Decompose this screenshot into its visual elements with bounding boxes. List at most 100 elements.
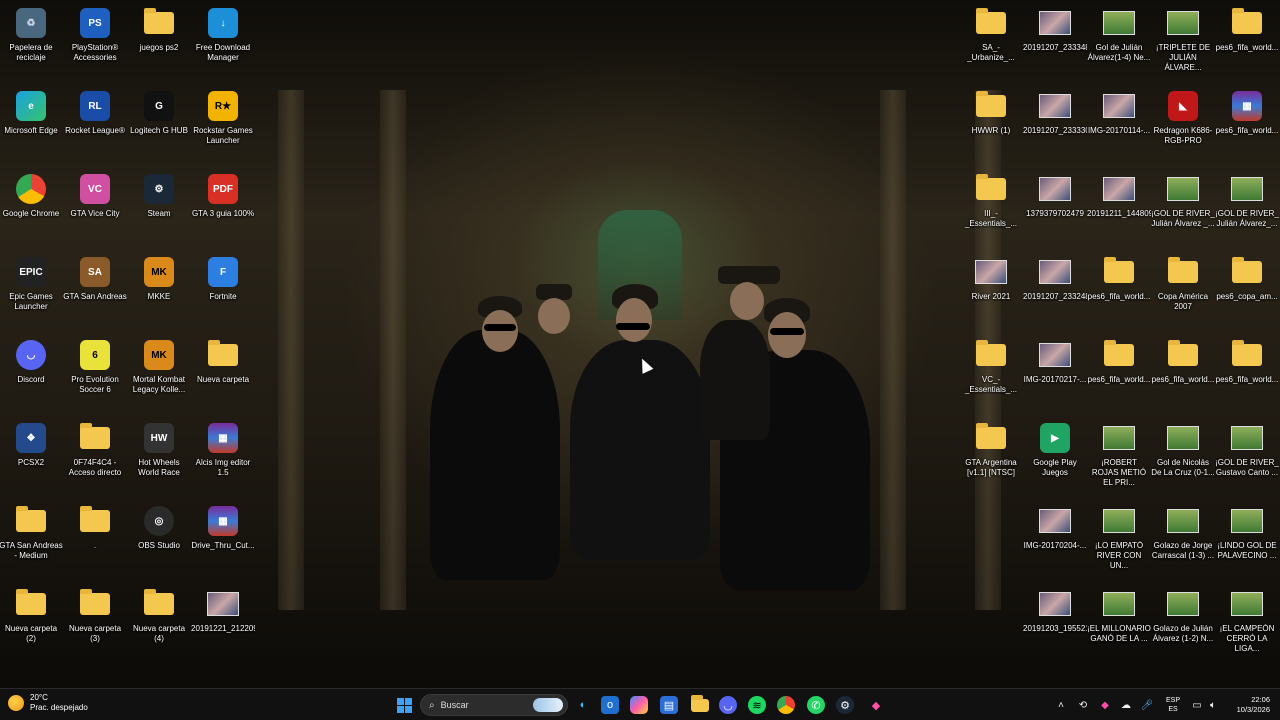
desktop-icon[interactable]: juegos ps2 [127, 2, 191, 80]
desktop-icon[interactable]: Nueva carpeta (3) [63, 583, 127, 661]
app-icon[interactable]: ◆ [865, 694, 887, 716]
desktop-icon[interactable]: ¡TRIPLETE DE JULIÁN ÁLVARE... [1151, 2, 1215, 80]
desktop-icon[interactable]: ¡LINDO GOL DE PALAVECINO ... [1215, 500, 1279, 578]
chrome-icon[interactable] [777, 696, 795, 714]
start-button[interactable] [393, 694, 415, 716]
desktop-icon[interactable]: Golazo de Julián Álvarez (1-2) N... [1151, 583, 1215, 661]
desktop-icon[interactable]: SA_-_Urbanize_... [959, 2, 1023, 80]
desktop-icon[interactable]: e Microsoft Edge [0, 85, 63, 163]
desktop-icon[interactable]: Nueva carpeta (2) [0, 583, 63, 661]
desktop-icon[interactable]: 20191203_195521 [1023, 583, 1087, 661]
desktop-icon[interactable]: pes6_fifa_world... [1215, 334, 1279, 412]
discord-icon[interactable]: ◡ [719, 696, 737, 714]
outlook-icon[interactable]: o [601, 696, 619, 714]
desktop-icon[interactable]: Copa América 2007 [1151, 251, 1215, 329]
google-play-games-icon: ▶ [1038, 421, 1072, 455]
desktop-icon[interactable]: 20191221_212209 [191, 583, 255, 661]
desktop-icon[interactable]: ◣ Redragon K686-RGB-PRO [1151, 85, 1215, 163]
desktop-icon[interactable]: ▦ Alcis Img editor 1.5 [191, 417, 255, 495]
desktop-icon[interactable]: Nueva carpeta (4) [127, 583, 191, 661]
language-indicator[interactable]: ESP ES [1160, 689, 1186, 720]
taskbar-search[interactable]: ⌕ Buscar [420, 694, 568, 716]
clock[interactable]: 22:06 10/3/2026 [1224, 689, 1270, 720]
desktop-icon[interactable]: ◎ OBS Studio [127, 500, 191, 578]
desktop-icon[interactable]: Golazo de Jorge Carrascal (1-3) ... [1151, 500, 1215, 578]
desktop-icon[interactable]: ¡GOL DE RIVER_ Julián Álvarez _... [1151, 168, 1215, 246]
desktop-icon[interactable]: 20191207_233248 [1023, 251, 1087, 329]
desktop-icon[interactable]: F Fortnite [191, 251, 255, 329]
desktop-icon[interactable]: ▶ Google Play Juegos [1023, 417, 1087, 495]
desktop-icon[interactable]: . [63, 500, 127, 578]
desktop-icon[interactable]: ¡GOL DE RIVER_ Gustavo Canto ... [1215, 417, 1279, 495]
desktop-icon[interactable]: MK MKKE [127, 251, 191, 329]
hot-wheels-icon: HW [142, 421, 176, 455]
desktop-icon[interactable]: ¡LO EMPATÓ RIVER CON UN... [1087, 500, 1151, 578]
chevron-up-icon[interactable]: ˄ [1054, 689, 1068, 720]
desktop-icon[interactable]: PDF GTA 3 guia 100% [191, 168, 255, 246]
desktop-icon[interactable]: R★ Rockstar Games Launcher [191, 85, 255, 163]
copilot-icon[interactable] [630, 696, 648, 714]
cloud-icon[interactable]: ☁ [1119, 689, 1133, 720]
desktop-icon[interactable]: 0F74F4C4 - Acceso directo [63, 417, 127, 495]
image-thumb-icon [1102, 89, 1136, 123]
desktop-icon[interactable]: ◡ Discord [0, 334, 63, 412]
desktop-icon-label: 0F74F4C4 - Acceso directo [68, 458, 122, 477]
desktop-icon[interactable]: SA GTA San Andreas [63, 251, 127, 329]
store-icon[interactable]: ▤ [660, 696, 678, 714]
desktop-icon[interactable]: Gol de Julián Álvarez(1-4) Ne... [1087, 2, 1151, 80]
volume-icon[interactable]: 🔈︎ [1206, 689, 1220, 720]
desktop-icon[interactable]: 20191207_233348 [1023, 2, 1087, 80]
desktop-icon[interactable]: 20191211_144809 [1087, 168, 1151, 246]
desktop-icon[interactable]: ❖ PCSX2 [0, 417, 63, 495]
desktop-icon[interactable]: ⚙ Steam [127, 168, 191, 246]
gta-san-andreas-icon: SA [78, 255, 112, 289]
desktop-icon[interactable]: III_-_Essentials_... [959, 168, 1023, 246]
spotify-icon[interactable]: ≋ [748, 696, 766, 714]
desktop-icon[interactable]: IMG-20170204-... [1023, 500, 1087, 578]
desktop-icon[interactable]: ♻ Papelera de reciclaje [0, 2, 63, 80]
desktop-icon[interactable]: Nueva carpeta [191, 334, 255, 412]
file-explorer-icon[interactable] [689, 694, 711, 716]
desktop-icon[interactable]: HWWR (1) [959, 85, 1023, 163]
desktop-icon[interactable]: ▦ Drive_Thru_Cut... [191, 500, 255, 578]
desktop-icon[interactable]: Gol de Nicolás De La Cruz (0-1... [1151, 417, 1215, 495]
desktop-icon[interactable]: IMG-20170217-... [1023, 334, 1087, 412]
whatsapp-icon[interactable]: ✆ [807, 696, 825, 714]
desktop-icon[interactable]: VC GTA Vice City [63, 168, 127, 246]
desktop-icon[interactable]: ▦ pes6_fifa_world... [1215, 85, 1279, 163]
desktop-icon[interactable]: 1379379702479 [1023, 168, 1087, 246]
desktop-icon[interactable]: HW Hot Wheels World Race [127, 417, 191, 495]
desktop-icon[interactable]: 6 Pro Evolution Soccer 6 [63, 334, 127, 412]
folder-icon [14, 587, 48, 621]
desktop-icon[interactable]: PS PlayStation® Accessories [63, 2, 127, 80]
desktop-icon[interactable]: GTA Argentina [v1.1] [NTSC] [959, 417, 1023, 495]
desktop-icon[interactable]: ¡ROBERT ROJAS METIÓ EL PRI... [1087, 417, 1151, 495]
desktop-icon[interactable]: River 2021 [959, 251, 1023, 329]
desktop-icon[interactable]: ↓ Free Download Manager [191, 2, 255, 80]
weather-widget[interactable]: 20°C Prac. despejado [8, 693, 88, 713]
desktop-icon[interactable]: pes6_fifa_world... [1087, 334, 1151, 412]
desktop-icon[interactable]: IMG-20170114-... [1087, 85, 1151, 163]
tray-app-icon[interactable]: ⟲ [1076, 689, 1090, 720]
tray-app-icon[interactable]: ◆ [1098, 689, 1112, 720]
desktop-icon[interactable]: ¡EL MILLONARIO GANÓ DE LA ... [1087, 583, 1151, 661]
edge-icon[interactable]: ◐ [572, 694, 594, 716]
network-icon[interactable]: ▭ [1190, 689, 1204, 720]
desktop-icon[interactable]: VC_-_Essentials_... [959, 334, 1023, 412]
desktop-icon[interactable]: Google Chrome [0, 168, 63, 246]
steam-icon[interactable]: ⚙ [836, 696, 854, 714]
desktop-icon[interactable]: pes6_fifa_world... [1087, 251, 1151, 329]
microphone-icon[interactable]: 🎤︎ [1140, 689, 1154, 720]
desktop-icon[interactable]: MK Mortal Kombat Legacy Kolle... [127, 334, 191, 412]
desktop-icon[interactable]: G Logitech G HUB [127, 85, 191, 163]
desktop-icon[interactable]: pes6_fifa_world... [1151, 334, 1215, 412]
desktop-icon[interactable]: 20191207_233330 [1023, 85, 1087, 163]
desktop-icon[interactable]: ¡EL CAMPEÓN CERRÓ LA LIGA... [1215, 583, 1279, 661]
desktop-icon[interactable]: pes6_copa_am... [1215, 251, 1279, 329]
winrar-icon: ▦ [1230, 89, 1264, 123]
desktop-icon[interactable]: GTA San Andreas - Medium [0, 500, 63, 578]
desktop-icon[interactable]: pes6_fifa_world... [1215, 2, 1279, 80]
desktop-icon[interactable]: RL Rocket League® [63, 85, 127, 163]
desktop-icon[interactable]: ¡GOL DE RIVER_ Julián Álvarez_... [1215, 168, 1279, 246]
desktop-icon[interactable]: EPIC Epic Games Launcher [0, 251, 63, 329]
